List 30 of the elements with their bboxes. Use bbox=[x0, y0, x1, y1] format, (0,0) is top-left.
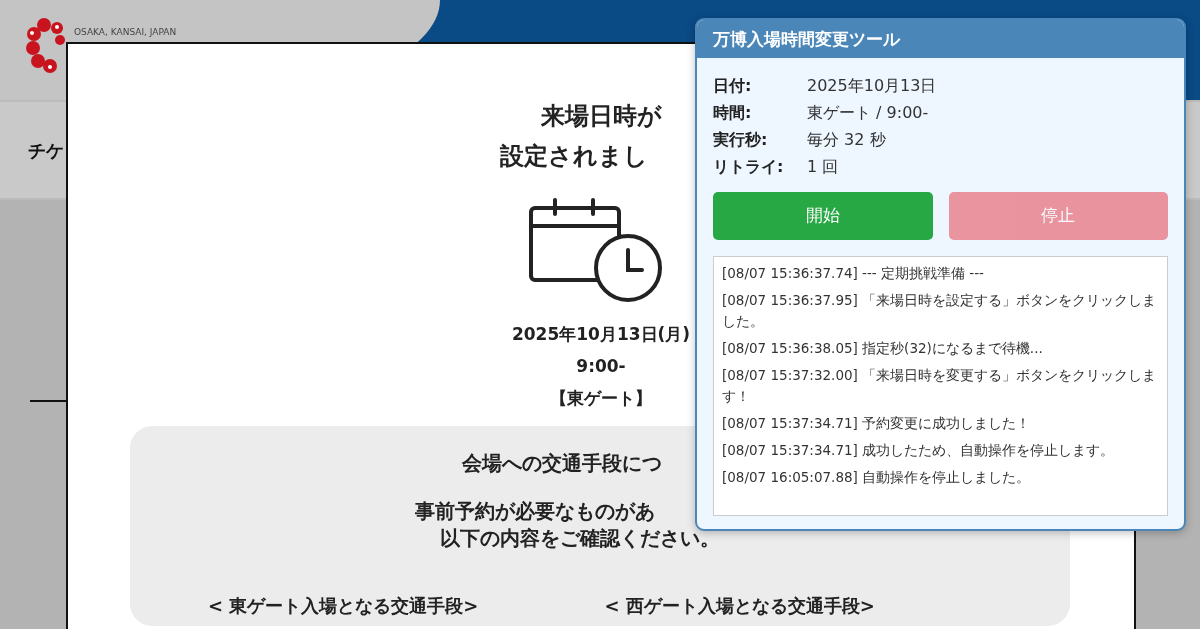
field-value: 2025年10月13日 bbox=[807, 74, 937, 97]
dialog-title: 来場日時が bbox=[540, 102, 662, 130]
log-entry: [08/07 15:37:32.00] 「来場日時を変更する」ボタンをクリックします！ bbox=[722, 366, 1158, 406]
logo-drawing bbox=[24, 18, 68, 74]
start-button[interactable]: 開始 bbox=[713, 192, 933, 240]
logo-caption: OSAKA, KANSAI, JAPAN bbox=[74, 26, 177, 39]
date-time-text: 9:00- bbox=[576, 356, 626, 376]
notice-text: 事前予約が必要なものがあ bbox=[415, 499, 655, 523]
dialog-title: 設定されまし bbox=[500, 142, 648, 170]
log-entry: [08/07 15:36:37.74] --- 定期挑戦準備 --- bbox=[722, 264, 985, 283]
field-label: リトライ: bbox=[713, 155, 785, 178]
log-entry: [08/07 15:36:38.05] 指定秒(32)になるまで待機... bbox=[722, 339, 1044, 358]
column-heading: < 東ゲート入場となる交通手段> bbox=[208, 594, 479, 618]
column-heading: < 西ゲート入場となる交通手段> bbox=[604, 594, 875, 618]
notice-text: 以下の内容をご確認ください。 bbox=[440, 526, 720, 550]
section-heading: 会場への交通手段につ bbox=[462, 451, 662, 475]
nav-link[interactable]: チケ bbox=[28, 136, 64, 164]
date-time-text: 2025年10月13日(月) bbox=[511, 324, 691, 344]
log-entry: [08/07 15:36:37.95] 「来場日時を設定する」ボタンをクリックしました。 bbox=[722, 291, 1158, 331]
panel-title: 万博入場時間変更ツール bbox=[697, 20, 1184, 58]
field-value: 毎分 32 秒 bbox=[807, 128, 886, 151]
field-label: 実行秒: bbox=[713, 128, 769, 151]
log-entry: [08/07 15:37:34.71] 成功したため、自動操作を停止します。 bbox=[722, 441, 1116, 460]
field-value: 1 回 bbox=[807, 155, 839, 178]
date-time-text: 【東ゲート】 bbox=[550, 388, 652, 408]
field-label: 時間: bbox=[713, 101, 753, 124]
field-value: 東ゲート / 9:00- bbox=[807, 101, 929, 124]
field-label: 日付: bbox=[713, 74, 753, 97]
log-entry: [08/07 15:37:34.71] 予約変更に成功しました！ bbox=[722, 414, 1032, 433]
log-entry: [08/07 16:05:07.88] 自動操作を停止しました。 bbox=[722, 468, 1032, 487]
